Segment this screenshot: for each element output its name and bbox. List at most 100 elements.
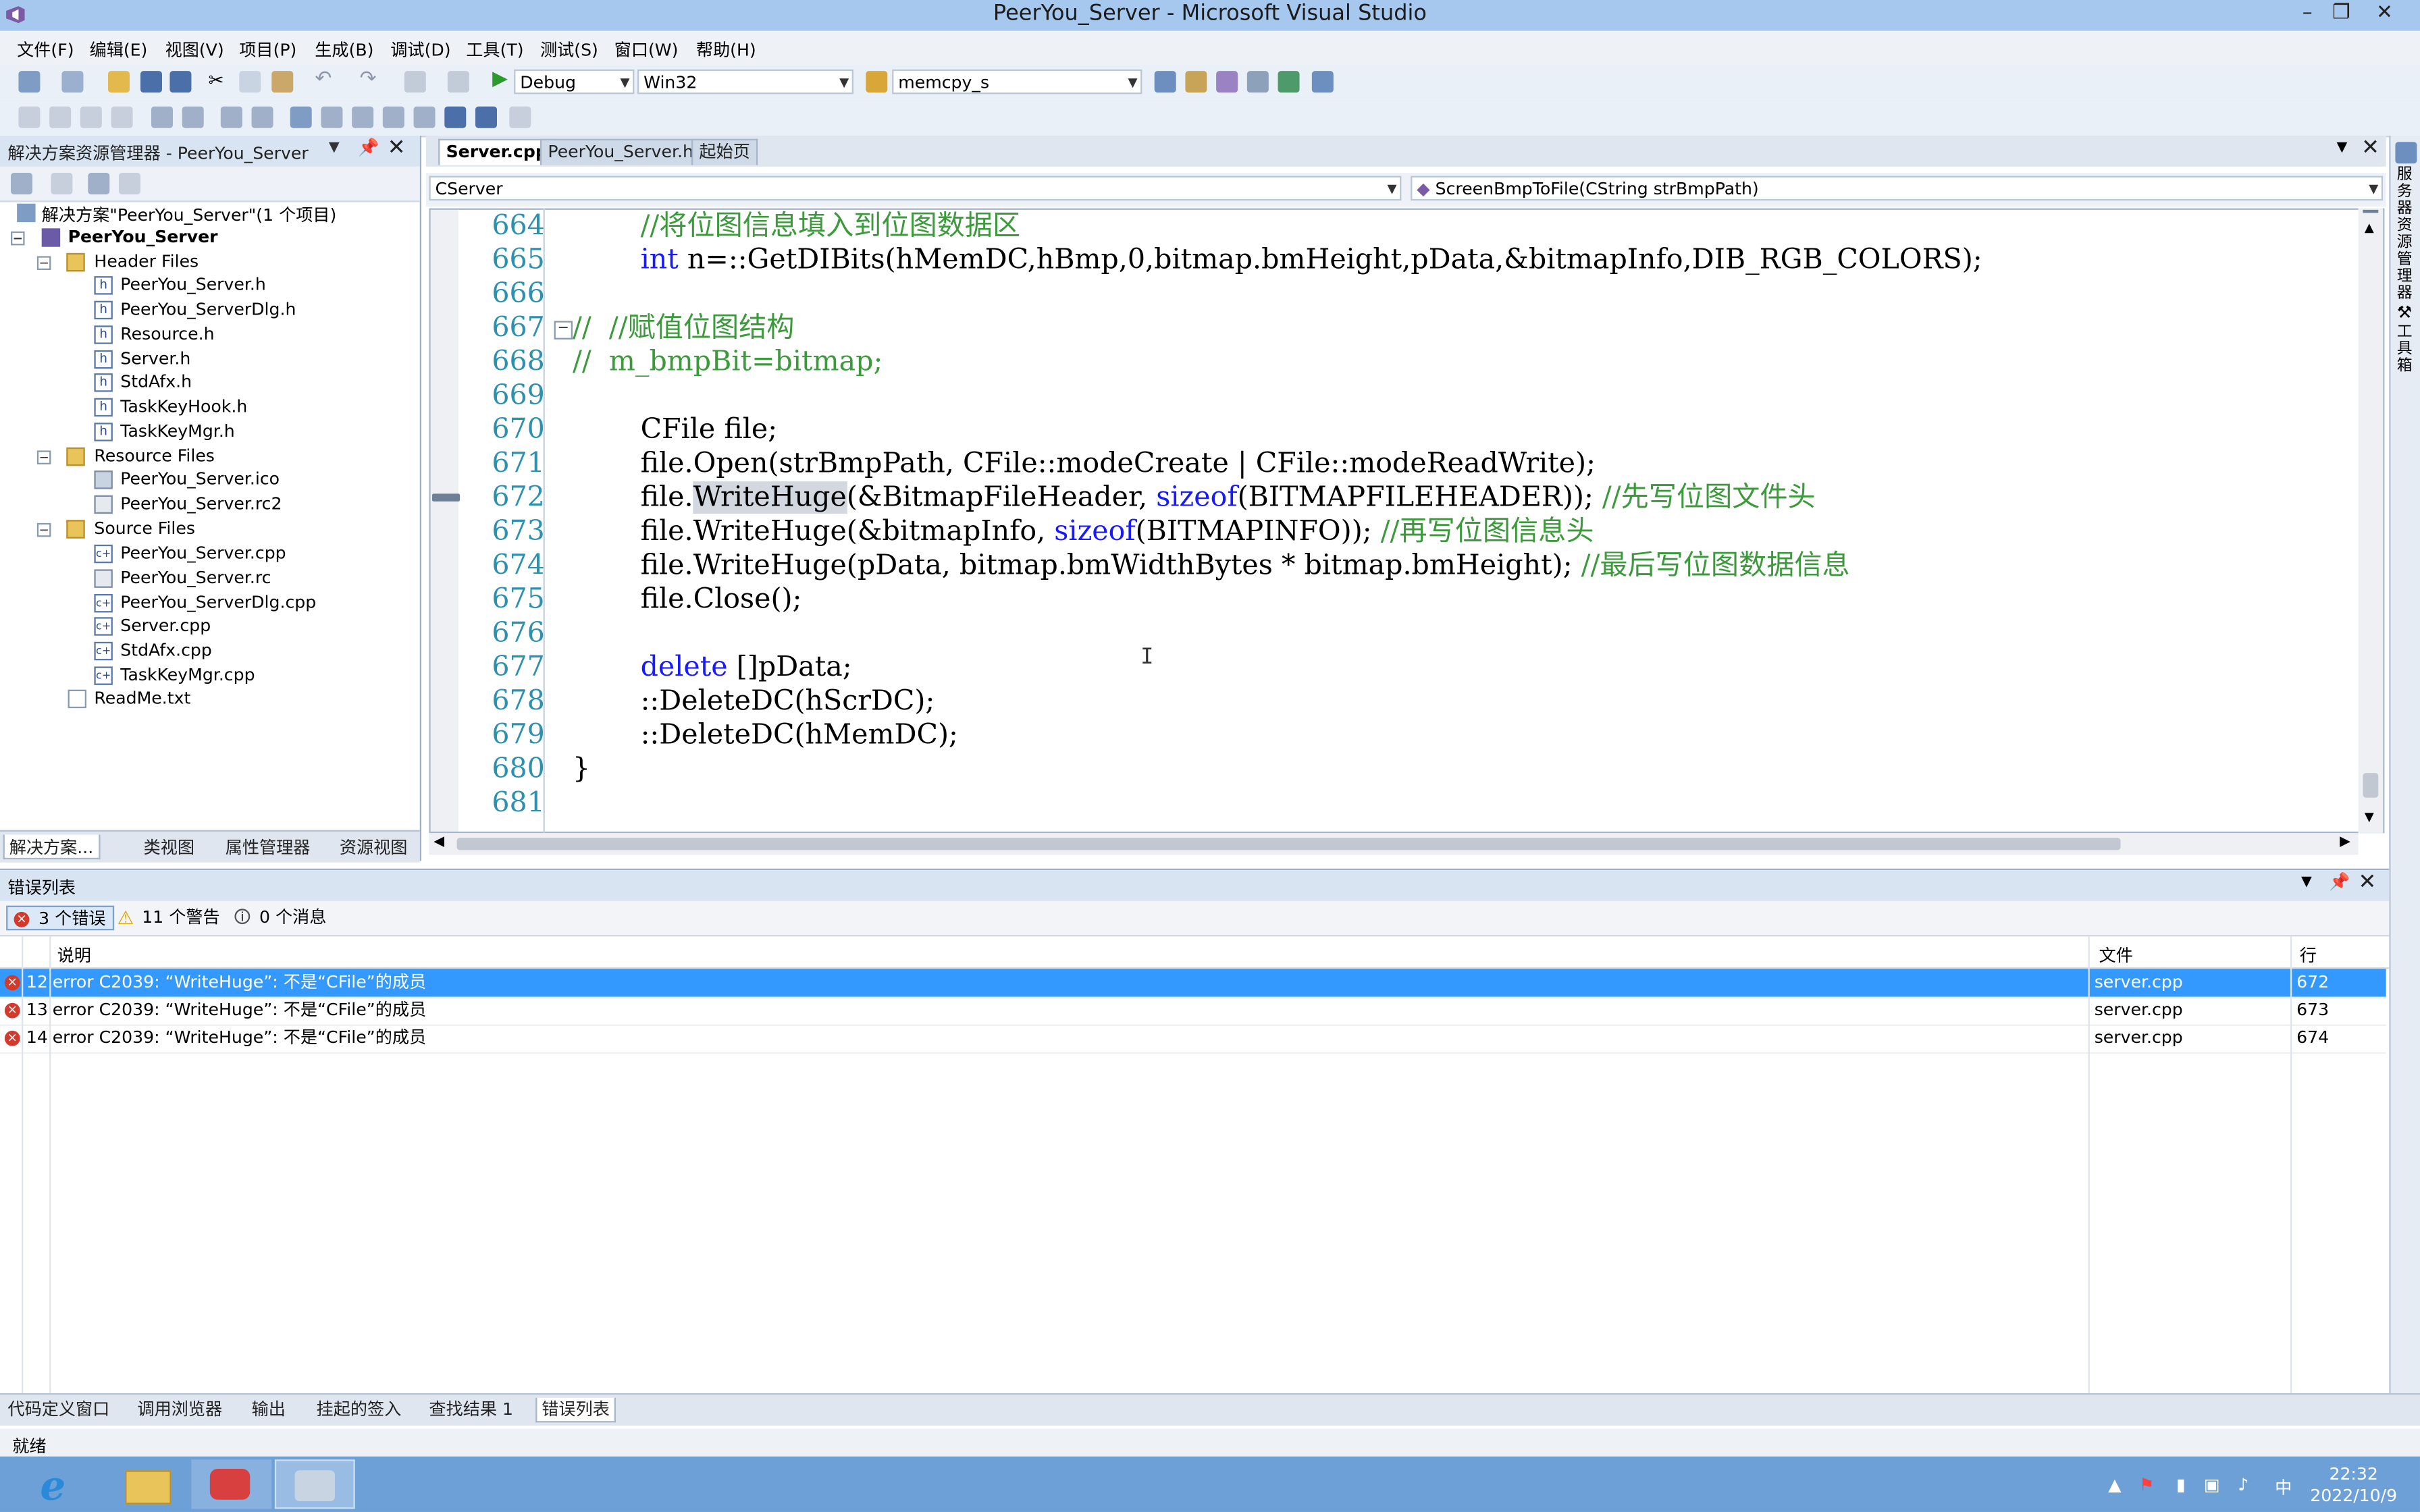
collapse-icon[interactable]: −	[36, 450, 51, 464]
column-file[interactable]: 文件	[2099, 943, 2133, 968]
editor-tool-icon[interactable]	[111, 106, 133, 128]
network-icon[interactable]: ▣	[2204, 1475, 2221, 1495]
menu-test[interactable]: 测试(S)	[540, 37, 598, 62]
prev-bookmark-icon[interactable]	[321, 106, 343, 128]
next-bookmark-icon[interactable]	[352, 106, 374, 128]
menu-build[interactable]: 生成(B)	[315, 37, 373, 62]
horizontal-scrollbar[interactable]: ◀ ▶	[429, 833, 2359, 855]
menu-help[interactable]: 帮助(H)	[696, 37, 756, 62]
editor-tool-icon[interactable]	[80, 106, 102, 128]
tab-call-browser[interactable]: 调用浏览器	[133, 1398, 227, 1423]
start-page-icon[interactable]	[1278, 71, 1300, 93]
comment-lines-icon[interactable]	[220, 106, 242, 128]
volume-icon[interactable]: ♪	[2238, 1475, 2255, 1495]
uncomment-lines-icon[interactable]	[251, 106, 273, 128]
navigate-backward-icon[interactable]	[404, 71, 426, 93]
bookmark-icon[interactable]	[290, 106, 312, 128]
pin-icon[interactable]: 📌	[2329, 871, 2350, 892]
tab-server-cpp[interactable]: Server.cpp	[438, 138, 556, 165]
scroll-down-icon[interactable]: ▼	[2365, 810, 2374, 824]
vertical-scroll-thumb[interactable]	[2363, 773, 2379, 798]
server-explorer-tab[interactable]: 服务器资源管理器	[2397, 167, 2415, 302]
collapse-icon[interactable]: −	[36, 522, 51, 537]
ime-indicator[interactable]: 中	[2275, 1475, 2292, 1498]
split-handle[interactable]	[2363, 209, 2379, 213]
editor-tool-icon[interactable]	[49, 106, 72, 128]
horizontal-scroll-thumb[interactable]	[456, 838, 2121, 850]
find-in-files-icon[interactable]	[866, 71, 888, 93]
redo-icon[interactable]: ↷	[360, 68, 377, 91]
editor-tool-icon[interactable]	[18, 106, 41, 128]
menu-project[interactable]: 项目(P)	[239, 37, 296, 62]
properties-icon[interactable]	[1185, 71, 1207, 93]
messages-filter-button[interactable]: i 0 个消息	[228, 906, 332, 931]
close-panel-icon[interactable]: ✕	[388, 136, 406, 161]
close-panel-icon[interactable]: ✕	[2359, 870, 2377, 895]
toolbox-strip-icon[interactable]: ⚒	[2397, 302, 2413, 323]
show-all-files-icon[interactable]	[51, 172, 73, 194]
tab-resource-view[interactable]: 资源视图	[335, 835, 412, 858]
save-all-icon[interactable]	[169, 71, 192, 93]
tab-start-page[interactable]: 起始页	[691, 138, 758, 165]
file-explorer-icon[interactable]	[108, 1459, 188, 1509]
menu-file[interactable]: 文件(F)	[17, 37, 74, 62]
warnings-filter-button[interactable]: ⚠ 11 个警告	[111, 906, 226, 931]
menu-tools[interactable]: 工具(T)	[466, 37, 523, 62]
menu-edit[interactable]: 编辑(E)	[90, 37, 148, 62]
scroll-up-icon[interactable]: ▲	[2365, 221, 2374, 235]
object-browser-icon[interactable]	[1216, 71, 1238, 93]
tab-pending-checkins[interactable]: 挂起的签入	[312, 1398, 406, 1423]
clear-bookmarks-icon[interactable]	[509, 106, 531, 128]
toolbox-icon[interactable]	[1246, 71, 1269, 93]
next-bookmark-doc-icon[interactable]	[475, 106, 497, 128]
tab-property-manager[interactable]: 属性管理器	[221, 835, 315, 858]
save-icon[interactable]	[140, 71, 162, 93]
platform-combo[interactable]: Win32 ▼	[637, 69, 853, 94]
menu-window[interactable]: 窗口(W)	[614, 37, 679, 62]
code-editor[interactable]: − 664//将位图信息填入到位图数据区 665 int n=::GetDIBit…	[429, 208, 2385, 834]
navigate-forward-icon[interactable]	[447, 71, 469, 93]
paste-icon[interactable]	[271, 71, 294, 93]
app-taskbar-icon[interactable]	[191, 1459, 272, 1509]
show-hidden-icons[interactable]: ▲	[2108, 1475, 2125, 1495]
method-combo[interactable]: ◆ ScreenBmpToFile(CString strBmpPath) ▼	[1411, 176, 2384, 201]
other-windows-icon[interactable]	[1311, 71, 1334, 93]
prev-bookmark-folder-icon[interactable]	[382, 106, 404, 128]
menu-debug[interactable]: 调试(D)	[390, 37, 450, 62]
increase-indent-icon[interactable]	[182, 106, 204, 128]
find-combo[interactable]: memcpy_s ▼	[892, 69, 1142, 94]
collapse-icon[interactable]: −	[10, 231, 25, 246]
configuration-combo[interactable]: Debug ▼	[514, 69, 635, 94]
properties-icon[interactable]	[10, 172, 32, 194]
close-document-icon[interactable]: ✕	[2361, 136, 2379, 161]
add-item-icon[interactable]	[61, 71, 84, 93]
minimize-button[interactable]: –	[2290, 0, 2324, 31]
new-project-icon[interactable]	[18, 71, 41, 93]
tab-output[interactable]: 输出	[247, 1398, 290, 1423]
open-file-icon[interactable]	[107, 71, 130, 93]
error-row[interactable]: × 13 error C2039: “WriteHuge”: 不是“CFile”…	[0, 997, 2386, 1026]
decrease-indent-icon[interactable]	[151, 106, 173, 128]
vertical-scrollbar[interactable]: ▲ ▼	[2358, 208, 2384, 834]
battery-icon[interactable]: ▮	[2176, 1475, 2193, 1495]
column-line[interactable]: 行	[2300, 943, 2317, 968]
view-code-icon[interactable]	[88, 172, 110, 194]
panel-dropdown-icon[interactable]: ▼	[329, 140, 340, 156]
copy-icon[interactable]	[239, 71, 261, 93]
error-row[interactable]: × 12 error C2039: “WriteHuge”: 不是“CFile”…	[0, 969, 2386, 998]
menu-view[interactable]: 视图(V)	[165, 37, 224, 62]
action-center-flag-icon[interactable]: ⚑	[2139, 1475, 2156, 1495]
server-explorer-icon[interactable]	[2395, 142, 2417, 164]
undo-icon[interactable]: ↶	[315, 68, 332, 91]
close-window-button[interactable]: ✕	[2367, 0, 2401, 31]
tab-error-list[interactable]: 错误列表	[535, 1397, 616, 1423]
visual-studio-taskbar-icon[interactable]	[274, 1459, 355, 1509]
column-description[interactable]: 说明	[57, 943, 91, 968]
tab-peeryou-server-h[interactable]: PeerYou_Server.h	[540, 138, 702, 165]
error-row[interactable]: × 14 error C2039: “WriteHuge”: 不是“CFile”…	[0, 1025, 2386, 1054]
start-debugging-icon[interactable]: ▶	[492, 68, 508, 91]
errors-filter-button[interactable]: × 3 个错误	[6, 905, 113, 931]
prev-bookmark-doc-icon[interactable]	[444, 106, 467, 128]
pin-icon[interactable]: 📌	[358, 137, 379, 157]
clock[interactable]: 22:32 2022/10/9	[2307, 1464, 2400, 1507]
